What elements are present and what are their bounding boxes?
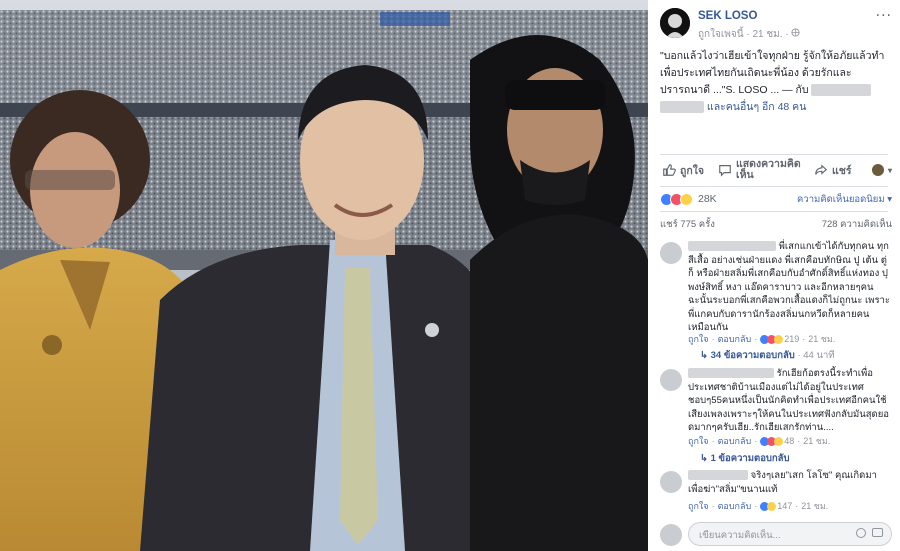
caret-down-icon: ▾ [887,165,892,175]
commenter-name-redacted[interactable] [688,241,776,252]
comment-input-placeholder: เขียนความคิดเห็น... [699,530,781,541]
comment-reaction-count: 48 [784,436,795,446]
comment-like-link[interactable]: ถูกใจ [688,499,709,513]
comment-button[interactable]: แสดงความคิดเห็น [718,159,802,181]
reply-arrow-icon: ↳ [700,350,708,361]
comment-composer: เขียนความคิดเห็น... [660,522,892,548]
comment-time: 21 ชม. [803,436,831,446]
comment-item: จริงๆเลย"เสก โลโซ" คุณเกิดมาเพื่อฆ่า"สลิ… [660,469,892,515]
photo-illustration [0,0,648,551]
post-caption: "บอกแล้วไงว่าเฮียเข้าใจทุกฝ่าย รู้จักให้… [660,48,892,116]
commenter-name-redacted[interactable] [688,368,774,379]
comment-time: 21 ชม. [801,501,829,511]
view-replies-link[interactable]: ↳ 1 ข้อความตอบกลับ [700,451,790,466]
post-meta: ถูกใจเพจนี้ · 21 ชม. · [698,27,800,42]
commenter-avatar[interactable] [660,471,682,493]
comment-reaction-count: 147 [777,501,793,511]
reply-arrow-icon: ↳ [700,453,708,464]
comment-text: พี่เสกแกเข้าได้กับทุกคน ทุกสีเสื้อ อย่าง… [688,241,890,333]
emoji-icon[interactable] [856,528,866,538]
composer-icons [856,528,883,538]
comment-label: แสดงความคิดเห็น [736,158,801,181]
comment-reactions-icon [760,334,784,344]
divider [660,154,888,155]
post-side-panel: SEK LOSO ถูกใจเพจนี้ · 21 ชม. · ··· "บอก… [648,0,900,551]
comment-reply-link[interactable]: ตอบกลับ [718,499,752,513]
post-meta-text: ถูกใจเพจนี้ · 21 ชม. · [698,29,792,40]
divider-2 [660,186,888,187]
comment-sort-dropdown[interactable]: ความคิดเห็นยอดนิยม ▾ [797,192,892,207]
comment-reactions-icon [760,436,784,446]
post-actions: ถูกใจ แสดงความคิดเห็น แชร์ ▾ [660,158,892,182]
camera-icon[interactable] [872,528,883,537]
commenter-name-redacted[interactable] [688,470,748,481]
comment-reply-link[interactable]: ตอบกลับ [718,332,752,346]
commenter-avatar[interactable] [660,242,682,264]
comment-meta: ถูกใจ · ตอบกลับ · 48 · 21 ชม. [688,434,831,448]
tagged-name-redacted-2 [660,101,704,114]
view-replies-link[interactable]: ↳ 34 ข้อความตอบกลับ · 44 นาที [700,348,835,363]
comment-reply-link[interactable]: ตอบกลับ [718,434,752,448]
comment-count[interactable]: 728 ความคิดเห็น [822,217,892,232]
page-name[interactable]: SEK LOSO [698,10,757,22]
tagged-others-link[interactable]: และคนอื่นๆ อีก 48 คน [707,101,806,113]
mini-avatar-icon [871,164,884,176]
comment-like-link[interactable]: ถูกใจ [688,332,709,346]
tagged-name-redacted [811,84,872,97]
comment-item: รักเฮียก้อตรงนี้ระทำเพื่อประเทศชาติบ้านเ… [660,367,892,464]
more-options-button[interactable]: ··· [876,8,892,24]
comment-meta: ถูกใจ · ตอบกลับ · 219 · 21 ชม. [688,332,836,346]
current-user-avatar [660,524,682,546]
comment-reaction-count: 219 [784,334,800,344]
replies-label: 1 ข้อความตอบกลับ [710,453,790,464]
replies-label: 34 ข้อความตอบกลับ [710,350,795,361]
thumbs-up-icon [663,164,676,176]
divider-3 [660,211,888,212]
like-button[interactable]: ถูกใจ [662,162,704,179]
replies-time: 44 นาที [803,350,835,361]
post-counts: แชร์ 775 ครั้ง 728 ความคิดเห็น [660,217,892,232]
like-label: ถูกใจ [680,164,704,177]
post-photo[interactable] [0,0,648,551]
haha-reaction-icon [680,192,693,206]
globe-icon [791,28,800,40]
comment-icon [719,165,731,177]
comment-time: 21 ชม. [808,334,836,344]
comment-input[interactable]: เขียนความคิดเห็น... [688,522,892,546]
post-header: SEK LOSO ถูกใจเพจนี้ · 21 ชม. · ··· [660,8,892,40]
share-icon [815,164,828,175]
share-count[interactable]: แชร์ 775 ครั้ง [660,217,715,232]
comment-meta: ถูกใจ · ตอบกลับ · 147 · 21 ชม. [688,499,829,513]
comment-like-link[interactable]: ถูกใจ [688,434,709,448]
comment-body: พี่เสกแกเข้าได้กับทุกคน ทุกสีเสื้อ อย่าง… [688,240,892,335]
comment-reactions-icon [760,501,777,511]
avatar-image [660,8,690,38]
reaction-count: 28K [698,193,717,205]
comment-item: พี่เสกแกเข้าได้กับทุกคน ทุกสีเสื้อ อย่าง… [660,240,892,365]
reactions-summary[interactable]: 28K ความคิดเห็นยอดนิยม ▾ [660,190,892,208]
share-label: แชร์ [832,164,852,177]
comment-body: จริงๆเลย"เสก โลโซ" คุณเกิดมาเพื่อฆ่า"สลิ… [688,469,892,496]
audience-selector[interactable]: ▾ [871,164,892,176]
commenter-avatar[interactable] [660,369,682,391]
share-button[interactable]: แชร์ [814,162,852,179]
page-avatar[interactable] [660,8,690,38]
comment-body: รักเฮียก้อตรงนี้ระทำเพื่อประเทศชาติบ้านเ… [688,367,892,435]
